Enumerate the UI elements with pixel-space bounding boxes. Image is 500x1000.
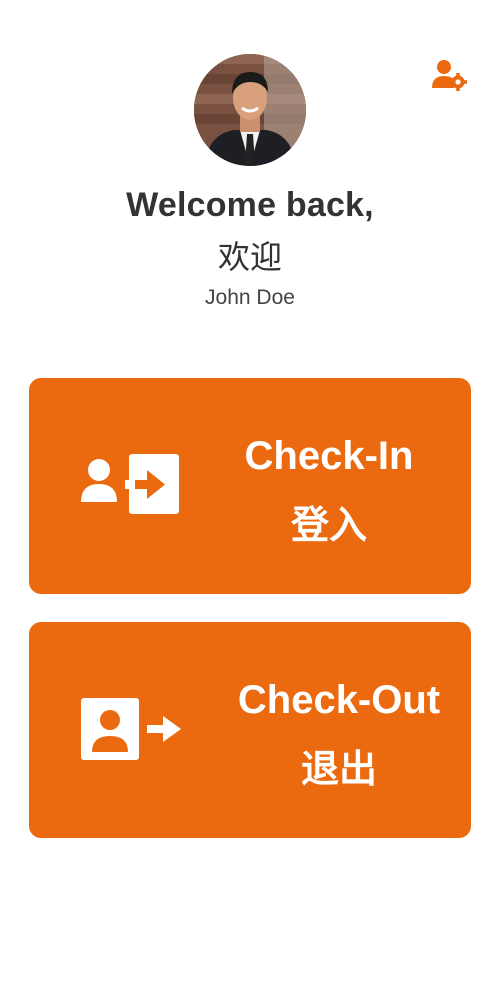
avatar [194,54,306,166]
welcome-title-chinese: 欢迎 [217,239,282,275]
user-sign-in-icon [77,450,197,522]
welcome-title: Welcome back, [126,186,374,224]
check-out-label-chinese: 退出 [300,749,377,791]
check-out-button[interactable]: Check-Out 退出 [29,622,471,838]
check-in-label-chinese: 登入 [290,505,367,547]
check-in-button[interactable]: Check-In 登入 [29,378,471,594]
user-settings-icon [432,60,467,91]
user-name: John Doe [205,286,295,309]
check-out-label: Check-Out [237,678,441,722]
check-in-label: Check-In [244,434,414,478]
user-exit-icon [77,694,197,766]
user-settings-button[interactable] [430,58,470,94]
